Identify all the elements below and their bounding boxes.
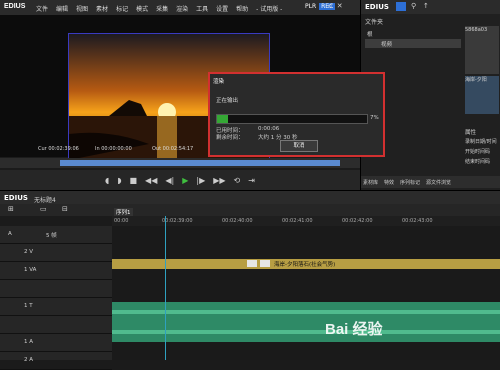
dialog-title: 渲染 <box>213 79 225 85</box>
ruler-tc-4: 00:02:42:00 <box>342 218 373 224</box>
snap-icon[interactable]: ▭ <box>40 205 47 213</box>
stop-icon[interactable]: ■ <box>129 176 137 185</box>
properties-title: 属性 <box>465 130 477 136</box>
track-area[interactable]: 海岸-夕阳落石(社会气势) <box>112 226 500 360</box>
bin-header: EDIUS ⚲ ↑ <box>361 0 500 14</box>
remaining-label: 剩余时间： <box>216 135 244 141</box>
tab-source-browser[interactable]: 源文件浏览 <box>426 179 451 186</box>
tab-effects[interactable]: 特效 <box>384 179 394 186</box>
minimize-icon[interactable]: ▫ <box>328 2 333 10</box>
audio-waveform <box>112 310 500 334</box>
mode-icon[interactable]: ⊞ <box>8 205 14 213</box>
track-header-spacer <box>0 280 112 298</box>
step-back-icon[interactable]: ◀| <box>165 176 174 185</box>
track-header-1t[interactable]: 1 T <box>0 298 112 316</box>
bin-tabs: 素材库 特效 序列标记 源文件浏览 <box>361 176 500 188</box>
plr-button[interactable]: PLR <box>305 3 316 10</box>
elapsed-value: 0:00:06 <box>258 126 280 132</box>
root-folder[interactable]: 根 <box>367 30 373 38</box>
timeline-toolbar: ⊞ ▭ ⊟ <box>0 204 500 216</box>
transport-controls: ◖ ◗ ■ ◀◀ ◀| ▶ |▶ ▶▶ ⟲ ⇥ <box>0 170 360 190</box>
video-folder[interactable]: 视频 <box>381 40 392 48</box>
in-timecode: In 00:00:00:00 <box>95 146 132 152</box>
render-dialog: 渲染 正在输出 7% 已用时间： 0:00:06 剩余时间： 大约 1 分 30… <box>208 72 385 157</box>
frame-offset: 5 帧 <box>46 233 57 239</box>
menu-help[interactable]: 帮助 <box>236 4 248 13</box>
prop-record-date: 录制日期/时间 <box>465 139 497 145</box>
step-forward-icon[interactable]: |▶ <box>196 176 205 185</box>
ruler-tc-3: 00:02:41:00 <box>282 218 313 224</box>
link-icon[interactable]: ⊟ <box>62 205 68 213</box>
fast-forward-icon[interactable]: ▶▶ <box>213 176 225 185</box>
tab-bin[interactable]: 素材库 <box>363 179 378 186</box>
close-icon[interactable]: ✕ <box>337 2 343 10</box>
menu-capture[interactable]: 采集 <box>156 4 168 13</box>
loop-icon[interactable]: ⟲ <box>234 176 241 185</box>
app-logo: EDIUS <box>4 3 26 10</box>
timeline-logo: EDIUS <box>4 194 28 202</box>
set-in-icon[interactable]: ◖ <box>105 176 109 185</box>
menu-tools[interactable]: 工具 <box>196 4 208 13</box>
up-folder-icon[interactable]: ↑ <box>423 2 429 10</box>
cur-timecode: Cur 00:02:39:06 <box>38 146 79 152</box>
track-header-2v[interactable]: 2 V <box>0 244 112 262</box>
play-icon[interactable]: ▶ <box>182 176 188 185</box>
track-header-spacer-2 <box>0 316 112 334</box>
audio-clip[interactable] <box>112 302 500 342</box>
timeline-ruler[interactable]: 00:00 00:02:39:00 00:02:40:00 00:02:41:0… <box>112 216 500 226</box>
menu-file[interactable]: 文件 <box>36 4 48 13</box>
cancel-button[interactable]: 取消 <box>280 140 318 152</box>
timeline-header: EDIUS 无标题4 <box>0 190 500 205</box>
menu-mode[interactable]: 模式 <box>136 4 148 13</box>
clip-label: 海岸-夕阳落石(社会气势) <box>274 262 336 268</box>
clip-thumbnail-2[interactable]: 海岸-夕阳 <box>465 76 499 114</box>
render-progress-fill <box>217 115 228 123</box>
menu-edit[interactable]: 编辑 <box>56 4 68 13</box>
track-header-a[interactable]: A 5 帧 <box>0 226 112 244</box>
clip-thumbnail-1[interactable]: 5868a03 <box>465 26 499 74</box>
ruler-tc-1: 00:02:39:00 <box>162 218 193 224</box>
search-icon[interactable]: ⚲ <box>411 2 416 10</box>
selected-folder-row[interactable] <box>365 39 461 48</box>
render-progress-bar <box>216 114 368 124</box>
track-headers: A 5 帧 2 V 1 VA 1 T 1 A 2 A <box>0 226 112 370</box>
window-controls: ▫ ✕ <box>328 2 343 10</box>
folder-panel-title: 文件夹 <box>365 19 384 26</box>
position-slider-range[interactable] <box>60 160 340 166</box>
main-menu: 文件 编辑 视图 素材 标记 模式 采集 渲染 工具 设置 帮助 - 试用版 - <box>36 4 282 13</box>
ruler-tc-5: 00:02:43:00 <box>402 218 433 224</box>
clip-thumb-in <box>247 260 257 267</box>
video-clip[interactable]: 海岸-夕阳落石(社会气势) <box>112 259 500 269</box>
menu-settings[interactable]: 设置 <box>216 4 228 13</box>
prop-start-tc: 开始时间码 <box>465 149 491 155</box>
bin-logo: EDIUS <box>365 3 389 11</box>
track-header-1va[interactable]: 1 VA <box>0 262 112 280</box>
out-timecode: Out 00:02:54:17 <box>152 146 194 152</box>
menu-clip[interactable]: 素材 <box>96 4 108 13</box>
trial-label: - 试用版 - <box>256 6 283 13</box>
menu-render[interactable]: 渲染 <box>176 4 188 13</box>
track-header-1a[interactable]: 1 A <box>0 334 112 352</box>
set-out-icon[interactable]: ◗ <box>117 176 121 185</box>
insert-icon[interactable]: ⇥ <box>248 176 255 185</box>
render-status: 正在输出 <box>216 98 239 104</box>
folder-icon[interactable] <box>396 2 406 11</box>
rewind-icon[interactable]: ◀◀ <box>145 176 157 185</box>
track-header-2a[interactable]: 2 A <box>0 352 112 370</box>
prop-end-tc: 结束时间码 <box>465 159 491 165</box>
clip-thumb-out <box>260 260 270 267</box>
menu-marker[interactable]: 标记 <box>116 4 128 13</box>
menu-view[interactable]: 视图 <box>76 4 88 13</box>
render-percent: 7% <box>370 115 379 121</box>
timeline-playhead[interactable] <box>165 216 166 360</box>
sequence-title: 无标题4 <box>34 197 56 204</box>
tab-sequence1[interactable]: 序列1 <box>114 208 133 216</box>
ruler-tc-2: 00:02:40:00 <box>222 218 253 224</box>
menu-bar: EDIUS 文件 编辑 视图 素材 标记 模式 采集 渲染 工具 设置 帮助 -… <box>0 0 360 16</box>
watermark: Bai 经验 <box>325 321 383 338</box>
tab-sequence-markers[interactable]: 序列标记 <box>400 179 420 186</box>
ruler-tc-0: 00:00 <box>114 218 129 224</box>
